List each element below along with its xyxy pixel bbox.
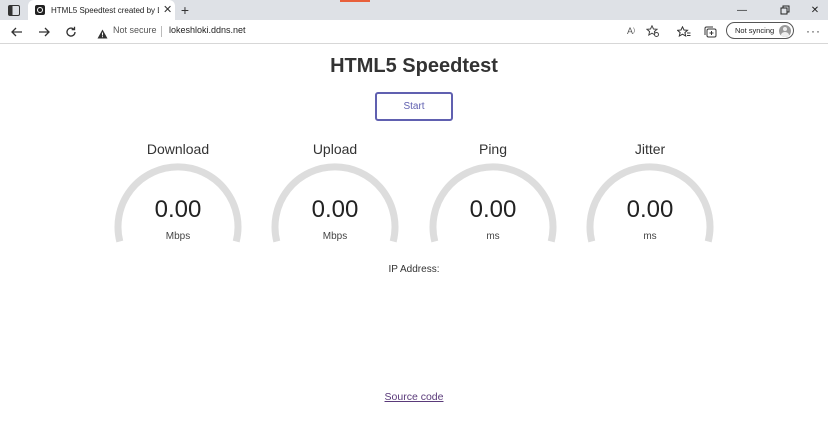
minimize-icon[interactable]: — xyxy=(730,0,754,20)
security-label: Not secure xyxy=(113,25,157,35)
favorites-icon[interactable] xyxy=(675,23,693,40)
back-icon[interactable] xyxy=(8,23,26,40)
browser-toolbar: Not secure lokeshloki.ddns.net A) Not sy… xyxy=(0,20,828,44)
tab-title: HTML5 Speedtest created by Lol xyxy=(51,5,159,15)
gauge-label: Ping xyxy=(478,141,508,157)
download-gauge: Download 0.00 Mbps xyxy=(113,140,243,250)
gauge-value: 0.00 xyxy=(311,196,359,223)
forward-icon[interactable] xyxy=(35,23,53,40)
restore-icon[interactable] xyxy=(773,0,797,20)
warning-icon xyxy=(97,26,108,44)
gauge-label: Upload xyxy=(312,141,358,157)
refresh-icon[interactable] xyxy=(62,23,80,40)
address-separator xyxy=(161,26,162,37)
source-code-container: Source code xyxy=(0,391,828,403)
start-button[interactable]: Start xyxy=(375,92,453,121)
tab-actions-icon[interactable] xyxy=(6,3,22,17)
more-options-icon[interactable]: ··· xyxy=(806,24,821,38)
site-favicon-icon xyxy=(35,5,45,15)
upload-gauge: Upload 0.00 Mbps xyxy=(270,140,400,250)
gauge-unit: Mbps xyxy=(322,231,348,242)
gauge-label: Jitter xyxy=(634,141,666,157)
collections-icon[interactable] xyxy=(701,23,719,40)
gauge-value: 0.00 xyxy=(626,196,674,223)
gauge-label: Download xyxy=(146,141,210,157)
address-bar[interactable]: Not secure lokeshloki.ddns.net A) xyxy=(88,21,668,42)
tab-strip: HTML5 Speedtest created by Lol ✕ + — ✕ xyxy=(0,0,828,20)
read-aloud-icon[interactable]: A) xyxy=(624,24,638,38)
url-text[interactable]: lokeshloki.ddns.net xyxy=(169,25,246,35)
gauge-unit: Mbps xyxy=(165,231,191,242)
sync-label: Not syncing xyxy=(735,26,775,35)
tab-strip-accent xyxy=(340,0,370,2)
tab-close-icon[interactable]: ✕ xyxy=(163,4,172,16)
gauge-value: 0.00 xyxy=(154,196,202,223)
gauge-unit: ms xyxy=(643,231,657,242)
profile-avatar-icon xyxy=(779,24,792,37)
browser-tab[interactable]: HTML5 Speedtest created by Lol ✕ xyxy=(28,0,175,20)
ip-address-label: IP Address: xyxy=(388,264,440,275)
gauge-unit: ms xyxy=(486,231,500,242)
ping-gauge: Ping 0.00 ms xyxy=(428,140,558,250)
new-tab-icon[interactable]: + xyxy=(178,2,192,18)
jitter-gauge: Jitter 0.00 ms xyxy=(585,140,715,250)
page-title: HTML5 Speedtest xyxy=(330,55,498,77)
window-close-icon[interactable]: ✕ xyxy=(803,0,827,20)
add-favorite-icon[interactable] xyxy=(645,24,659,38)
gauge-value: 0.00 xyxy=(469,196,517,223)
source-code-link[interactable]: Source code xyxy=(385,391,444,403)
sync-button[interactable]: Not syncing xyxy=(726,22,794,39)
